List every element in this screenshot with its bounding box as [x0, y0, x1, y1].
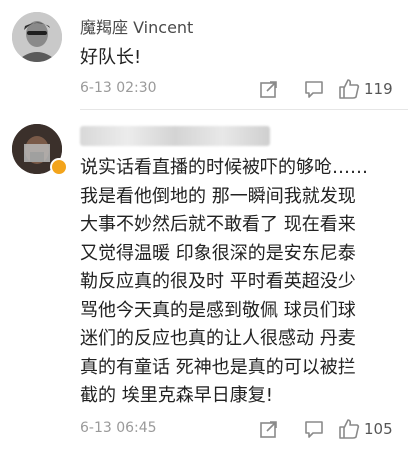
like-count: 119 — [364, 80, 393, 98]
comment-text: 好队长! — [80, 47, 142, 68]
username-redacted[interactable] — [80, 126, 270, 146]
username[interactable]: 魔羯座 Vincent — [80, 14, 193, 38]
comment-icon — [305, 81, 323, 98]
avatar[interactable] — [12, 12, 62, 62]
timestamp: 6-13 06:45 — [80, 420, 157, 436]
timestamp: 6-13 02:30 — [80, 80, 157, 96]
like-button[interactable]: 105 — [338, 416, 393, 442]
comment-meta: 6-13 06:45 105 — [80, 416, 398, 442]
comment-item: 说实话看直播的时候被吓的够呛…… 我是看他倒地的 那一瞬间我就发现 大事不妙然后… — [0, 112, 408, 450]
share-button[interactable] — [256, 76, 282, 102]
verified-badge-icon — [50, 158, 68, 176]
like-icon — [339, 79, 360, 99]
comment-icon — [305, 421, 323, 438]
like-icon — [339, 419, 360, 439]
comment-meta: 6-13 02:30 119 — [80, 76, 398, 102]
like-button[interactable]: 119 — [338, 76, 393, 102]
comment-text: 说实话看直播的时候被吓的够呛…… 我是看他倒地的 那一瞬间我就发现 大事不妙然后… — [80, 157, 368, 406]
comment-item: 魔羯座 Vincent 好队长! 6-13 02:30 119 — [0, 0, 408, 110]
reply-button[interactable] — [301, 416, 327, 442]
share-icon — [260, 81, 277, 98]
share-icon — [260, 421, 277, 438]
reply-button[interactable] — [301, 76, 327, 102]
avatar-portrait-icon — [12, 12, 62, 62]
share-button[interactable] — [256, 416, 282, 442]
divider — [80, 109, 408, 110]
like-count: 105 — [364, 420, 393, 438]
